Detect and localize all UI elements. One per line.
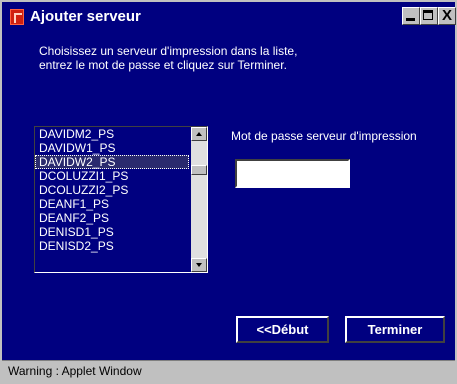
title-bar[interactable]: Ajouter serveur X xyxy=(2,2,456,32)
maximize-button[interactable] xyxy=(420,7,438,25)
server-list-item[interactable]: DAVIDM2_PS xyxy=(35,127,189,141)
scroll-thumb[interactable] xyxy=(191,165,207,175)
list-scrollbar[interactable] xyxy=(191,127,207,272)
server-list-item[interactable]: DEANF2_PS xyxy=(35,211,189,225)
server-list-item[interactable]: DCOLUZZI1_PS xyxy=(35,169,189,183)
minimize-button[interactable] xyxy=(402,7,420,25)
status-bar: Warning : Applet Window xyxy=(2,360,455,383)
window-title: Ajouter serveur xyxy=(30,8,141,25)
server-list-item[interactable]: DENISD1_PS xyxy=(35,225,189,239)
instruction-line-2: entrez le mot de passe et cliquez sur Te… xyxy=(39,58,287,72)
server-list-item[interactable]: DEANF1_PS xyxy=(35,197,189,211)
server-listbox[interactable]: DAVIDM2_PS DAVIDW1_PS DAVIDW2_PS DCOLUZZI1_… xyxy=(34,126,208,273)
dialog-window: Ajouter serveur X Choisissez un serveur … xyxy=(0,0,457,384)
server-list-item[interactable]: DCOLUZZI2_PS xyxy=(35,183,189,197)
instructions: Choisissez un serveur d'impression dans … xyxy=(39,44,419,72)
server-list-item[interactable]: DAVIDW1_PS xyxy=(35,141,189,155)
scroll-up-button[interactable] xyxy=(191,127,207,141)
password-input[interactable] xyxy=(235,159,350,188)
close-button[interactable]: X xyxy=(438,7,456,25)
server-list-item[interactable]: DAVIDW2_PS xyxy=(35,155,189,169)
server-list-items: DAVIDM2_PS DAVIDW1_PS DAVIDW2_PS DCOLUZZI1_… xyxy=(35,127,189,253)
server-list-item[interactable]: DENISD2_PS xyxy=(35,239,189,253)
status-text: Warning : Applet Window xyxy=(8,364,142,378)
password-label: Mot de passe serveur d'impression xyxy=(231,129,417,143)
terminer-button[interactable]: Terminer xyxy=(345,316,445,343)
debut-button[interactable]: <<Début xyxy=(236,316,329,343)
scroll-down-button[interactable] xyxy=(191,258,207,272)
app-icon xyxy=(10,9,24,25)
instruction-line-1: Choisissez un serveur d'impression dans … xyxy=(39,44,298,58)
